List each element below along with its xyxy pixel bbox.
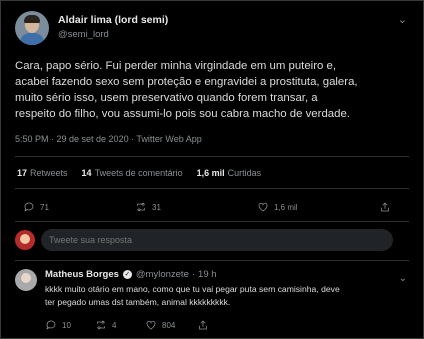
quotes-label: Tweets de comentário [94, 168, 183, 178]
retweet-count: 31 [152, 202, 161, 212]
reply-text: kkkk muito otário em mano, como que tu v… [45, 283, 395, 308]
reply-reply-button[interactable]: 10 [45, 319, 71, 331]
tweet-text: Cara, papo sério. Fui perder minha virgi… [15, 58, 413, 122]
verified-icon: ✓ [122, 270, 132, 279]
reply-time[interactable]: 19 h [198, 269, 217, 280]
tweet-detail: Aldair lima (lord semi) @semi_lord ⌄ Car… [0, 0, 424, 339]
author-avatar[interactable] [15, 11, 49, 45]
share-button[interactable] [379, 201, 396, 213]
divider [15, 221, 409, 222]
reply-retweet-button[interactable]: 4 [95, 319, 116, 331]
reply-body: Matheus Borges ✓ @mylonzete · 19 h kkkk … [45, 269, 395, 308]
reply-like-button[interactable]: 804 [145, 319, 175, 331]
reply-share-button[interactable] [197, 319, 214, 331]
heart-icon [258, 202, 268, 212]
author-name[interactable]: Aldair lima (lord semi) [58, 14, 168, 26]
reply-text-line: kkkk muito otário em mano, como que tu v… [45, 284, 340, 294]
quotes-stat[interactable]: 14 Tweets de comentário [82, 168, 183, 178]
current-user-avatar [15, 230, 35, 250]
quotes-count: 14 [81, 168, 92, 178]
retweets-stat[interactable]: 17 Retweets [17, 168, 68, 178]
tweet-header: Aldair lima (lord semi) @semi_lord [15, 11, 168, 45]
tweet-meta[interactable]: 5:50 PM · 29 de set de 2020 · Twitter We… [15, 134, 202, 144]
divider [15, 156, 409, 157]
likes-label: Curtidas [227, 168, 262, 178]
retweet-icon [97, 320, 105, 330]
retweet-button[interactable]: 31 [135, 201, 161, 213]
tweet-text-line: acabei fazendo sexo sem proteção e engra… [15, 76, 358, 88]
reply-header: Matheus Borges ✓ @mylonzete · 19 h [45, 269, 395, 280]
divider [15, 188, 409, 189]
divider [15, 260, 409, 261]
reply-author-handle[interactable]: @mylonzete [136, 269, 189, 280]
reply-icon [46, 320, 56, 330]
tweet-text-line: respeito do filho, vou assumi-lo pois so… [15, 108, 350, 120]
reply-composer [15, 229, 393, 251]
reply-like-count: 804 [162, 320, 176, 330]
retweet-icon [137, 202, 145, 212]
author-handle[interactable]: @semi_lord [58, 29, 168, 40]
tweet-text-line: muito sério isso, usem preservativo quan… [15, 92, 318, 104]
retweets-count: 17 [17, 168, 28, 178]
reply-icon [24, 202, 34, 212]
reply-tweet[interactable]: Matheus Borges ✓ @mylonzete · 19 h kkkk … [15, 269, 395, 308]
tweet-stats: 17 Retweets 14 Tweets de comentário 1,6 mi… [17, 168, 275, 178]
reply-retweet-count: 4 [112, 320, 117, 330]
likes-count: 1,6 mil [196, 168, 225, 178]
more-icon[interactable]: ⌄ [398, 13, 407, 26]
tweet-text-line: Cara, papo sério. Fui perder minha virgi… [15, 60, 337, 72]
author-info: Aldair lima (lord semi) @semi_lord [58, 14, 168, 45]
like-count: 1,6 mil [274, 202, 298, 212]
separator-dot: · [191, 269, 196, 280]
reply-button[interactable]: 71 [23, 201, 49, 213]
reply-author-name[interactable]: Matheus Borges [45, 269, 119, 280]
more-icon[interactable]: ⌄ [399, 273, 407, 284]
share-icon [199, 320, 207, 330]
like-button[interactable]: 1,6 mil [257, 201, 298, 213]
reply-count: 71 [40, 202, 49, 212]
reply-avatar[interactable] [15, 269, 37, 291]
reply-input[interactable] [41, 229, 393, 251]
likes-stat[interactable]: 1,6 mil Curtidas [197, 168, 262, 178]
heart-icon [146, 320, 156, 330]
share-icon [381, 202, 389, 212]
reply-reply-count: 10 [62, 320, 71, 330]
reply-text-line: ter pegado umas dst também, animal kkkkk… [45, 296, 231, 307]
retweets-label: Retweets [30, 168, 68, 178]
